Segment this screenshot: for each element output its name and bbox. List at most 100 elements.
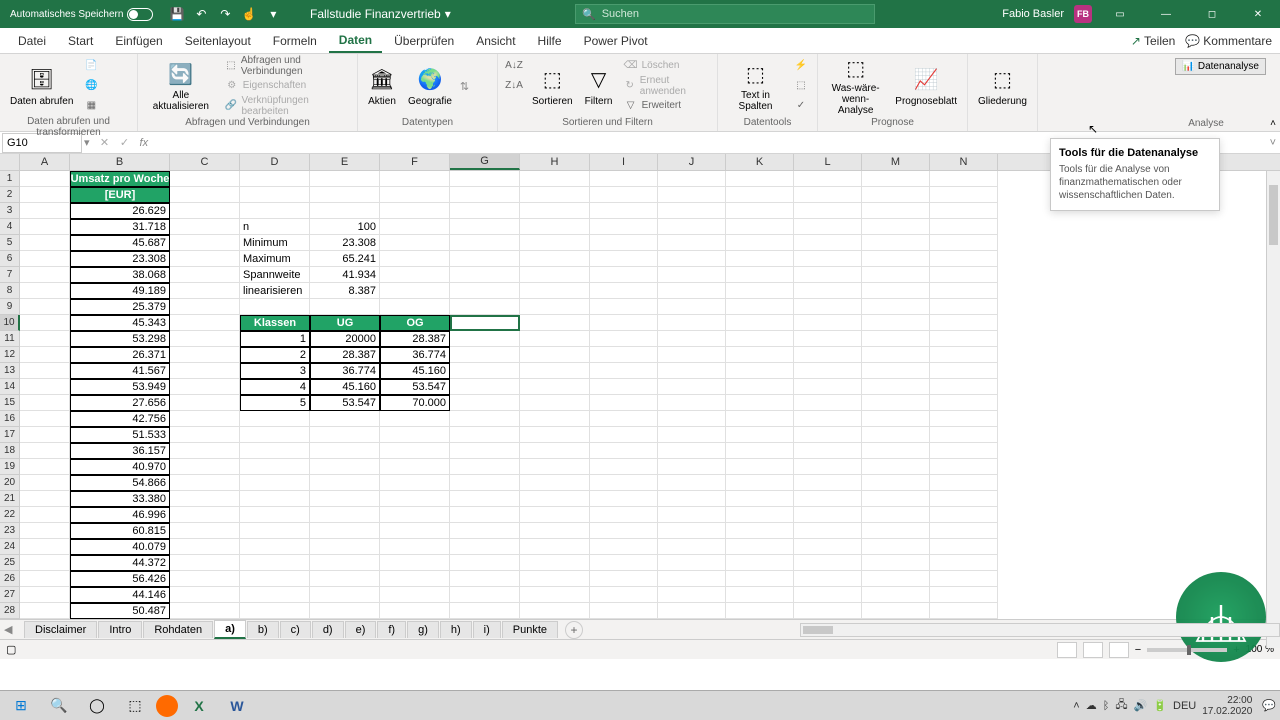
cell[interactable]: Klassen xyxy=(240,315,310,331)
cell[interactable] xyxy=(20,587,70,603)
col-header[interactable]: B xyxy=(70,154,170,170)
cell[interactable] xyxy=(658,267,726,283)
cell[interactable]: 4 xyxy=(240,379,310,395)
row-header[interactable]: 7 xyxy=(0,267,20,283)
cell[interactable] xyxy=(862,315,930,331)
cell[interactable] xyxy=(20,443,70,459)
cell[interactable]: 45.160 xyxy=(310,379,380,395)
cell[interactable] xyxy=(590,507,658,523)
cell[interactable] xyxy=(520,491,590,507)
cell[interactable] xyxy=(658,379,726,395)
geography-button[interactable]: 🌍 Geografie xyxy=(404,56,456,116)
sheet-tab[interactable]: Intro xyxy=(98,621,142,638)
cell[interactable] xyxy=(862,299,930,315)
cell[interactable]: 20000 xyxy=(310,331,380,347)
cell[interactable] xyxy=(20,347,70,363)
cell[interactable] xyxy=(930,235,998,251)
cell[interactable] xyxy=(794,523,862,539)
cell[interactable] xyxy=(450,603,520,619)
cell[interactable]: 100 xyxy=(310,219,380,235)
cell[interactable]: 42.756 xyxy=(70,411,170,427)
cell[interactable] xyxy=(20,267,70,283)
cortana-icon[interactable]: ◯ xyxy=(80,693,114,719)
data-analysis-button[interactable]: 📊 Datenanalyse xyxy=(1175,58,1266,75)
cell[interactable] xyxy=(794,235,862,251)
row-header[interactable]: 8 xyxy=(0,283,20,299)
redo-icon[interactable]: ↷ xyxy=(217,6,233,22)
cell[interactable] xyxy=(726,331,794,347)
cell[interactable] xyxy=(862,395,930,411)
cell[interactable] xyxy=(658,363,726,379)
cell[interactable] xyxy=(658,187,726,203)
cell[interactable] xyxy=(726,507,794,523)
cell[interactable] xyxy=(658,523,726,539)
cell[interactable] xyxy=(862,571,930,587)
cell[interactable] xyxy=(590,587,658,603)
cell[interactable] xyxy=(20,235,70,251)
row-header[interactable]: 26 xyxy=(0,571,20,587)
cell[interactable] xyxy=(862,555,930,571)
cell[interactable] xyxy=(520,235,590,251)
cell[interactable] xyxy=(590,171,658,187)
tab-ansicht[interactable]: Ansicht xyxy=(466,30,525,52)
normal-view-icon[interactable] xyxy=(1057,642,1077,658)
cell[interactable] xyxy=(520,331,590,347)
cell[interactable] xyxy=(170,315,240,331)
cell[interactable] xyxy=(794,331,862,347)
cell[interactable]: 28.387 xyxy=(380,331,450,347)
vertical-scrollbar[interactable] xyxy=(1266,171,1280,648)
cell[interactable] xyxy=(726,267,794,283)
cell[interactable] xyxy=(310,555,380,571)
cell[interactable] xyxy=(170,571,240,587)
cell[interactable] xyxy=(726,491,794,507)
cell[interactable] xyxy=(450,507,520,523)
cell[interactable] xyxy=(380,459,450,475)
cell[interactable] xyxy=(794,443,862,459)
cell[interactable] xyxy=(794,395,862,411)
cell[interactable] xyxy=(520,507,590,523)
cell[interactable] xyxy=(930,523,998,539)
cell[interactable]: 36.774 xyxy=(310,363,380,379)
cell[interactable] xyxy=(20,171,70,187)
cell[interactable] xyxy=(862,491,930,507)
cell[interactable] xyxy=(170,283,240,299)
cell[interactable] xyxy=(380,571,450,587)
cell[interactable] xyxy=(170,459,240,475)
cell[interactable] xyxy=(170,379,240,395)
tray-chevron-icon[interactable]: ˄ xyxy=(1073,700,1079,712)
cell[interactable] xyxy=(380,171,450,187)
cell[interactable] xyxy=(20,283,70,299)
cell[interactable]: Umsatz pro Woche xyxy=(70,171,170,187)
sheet-tab[interactable]: Rohdaten xyxy=(143,621,213,638)
cell[interactable] xyxy=(20,363,70,379)
cell[interactable] xyxy=(658,171,726,187)
page-layout-view-icon[interactable] xyxy=(1083,642,1103,658)
cell[interactable] xyxy=(520,203,590,219)
cell[interactable] xyxy=(240,491,310,507)
cell[interactable] xyxy=(240,171,310,187)
cell[interactable]: 27.656 xyxy=(70,395,170,411)
cell[interactable] xyxy=(794,363,862,379)
cell[interactable] xyxy=(726,443,794,459)
cell[interactable] xyxy=(20,379,70,395)
cell[interactable] xyxy=(240,299,310,315)
cell[interactable] xyxy=(20,475,70,491)
cell[interactable] xyxy=(930,459,998,475)
cell[interactable] xyxy=(590,331,658,347)
cell[interactable] xyxy=(862,379,930,395)
tab-hilfe[interactable]: Hilfe xyxy=(528,30,572,52)
onedrive-icon[interactable]: ☁ xyxy=(1086,699,1097,712)
cell[interactable] xyxy=(240,187,310,203)
cell[interactable] xyxy=(794,267,862,283)
cell[interactable] xyxy=(20,571,70,587)
cell[interactable] xyxy=(380,219,450,235)
sheet-tab[interactable]: a) xyxy=(214,620,246,639)
cell[interactable] xyxy=(170,395,240,411)
row-header[interactable]: 10 xyxy=(0,315,20,331)
cell[interactable]: n xyxy=(240,219,310,235)
cell[interactable] xyxy=(862,203,930,219)
cell[interactable] xyxy=(862,363,930,379)
cell[interactable] xyxy=(658,347,726,363)
row-header[interactable]: 18 xyxy=(0,443,20,459)
cell[interactable] xyxy=(590,235,658,251)
